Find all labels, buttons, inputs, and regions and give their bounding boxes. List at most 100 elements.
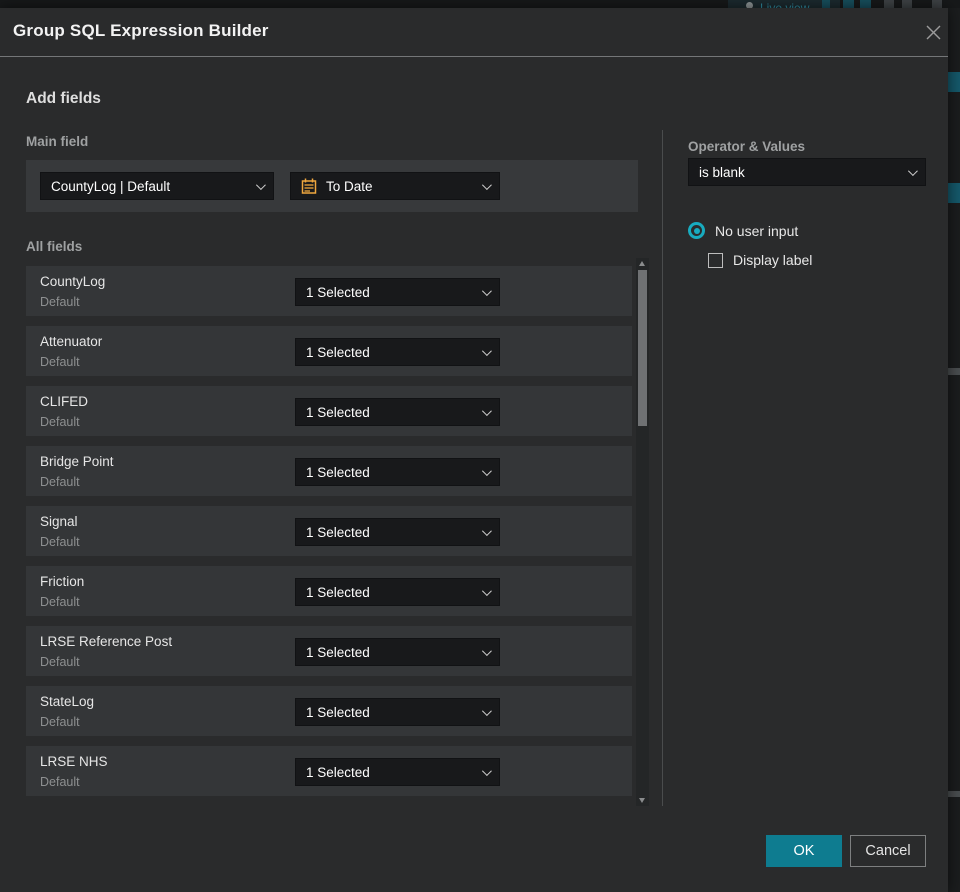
- field-subtitle: Default: [40, 355, 80, 369]
- cancel-button[interactable]: Cancel: [850, 835, 926, 867]
- toolbar-icon-fragment: [902, 0, 912, 8]
- field-subtitle: Default: [40, 415, 80, 429]
- live-view-label: Live view: [760, 1, 810, 8]
- field-type-select[interactable]: To Date: [290, 172, 500, 200]
- chevron-down-icon: [481, 645, 492, 656]
- field-subtitle: Default: [40, 775, 80, 789]
- toolbar-icon-fragment: [884, 0, 894, 8]
- field-name: Signal: [40, 514, 78, 529]
- row-selected-value: 1 Selected: [306, 464, 370, 480]
- field-subtitle: Default: [40, 475, 80, 489]
- panel-divider: [662, 130, 663, 806]
- field-row: StateLog Default 1 Selected: [26, 686, 632, 736]
- radio-selected-icon: [688, 222, 705, 239]
- chevron-down-icon: [481, 285, 492, 296]
- operator-select[interactable]: is blank: [688, 158, 926, 186]
- row-selected-dropdown[interactable]: 1 Selected: [295, 398, 500, 426]
- scrollbar-up-arrow-icon[interactable]: [639, 261, 645, 266]
- field-row: Friction Default 1 Selected: [26, 566, 632, 616]
- fields-scrollbar[interactable]: [636, 258, 649, 806]
- row-selected-dropdown[interactable]: 1 Selected: [295, 638, 500, 666]
- no-user-input-label: No user input: [715, 222, 799, 239]
- field-name: CLIFED: [40, 394, 89, 409]
- toolbar-icon-fragment: [932, 0, 942, 8]
- close-button[interactable]: [920, 18, 946, 46]
- field-subtitle: Default: [40, 295, 80, 309]
- field-subtitle: Default: [40, 595, 80, 609]
- field-name: Friction: [40, 574, 85, 589]
- chevron-down-icon: [481, 179, 492, 190]
- field-row: CLIFED Default 1 Selected: [26, 386, 632, 436]
- ok-button[interactable]: OK: [766, 835, 842, 867]
- background-panel-fragment: [948, 72, 960, 92]
- background-app-right-strip: [948, 8, 960, 892]
- chevron-down-icon: [481, 345, 492, 356]
- chevron-down-icon: [481, 585, 492, 596]
- main-field-label: Main field: [26, 134, 89, 149]
- chevron-down-icon: [907, 165, 918, 176]
- field-name: CountyLog: [40, 274, 106, 289]
- field-row: Attenuator Default 1 Selected: [26, 326, 632, 376]
- field-subtitle: Default: [40, 715, 80, 729]
- field-row: CountyLog Default 1 Selected: [26, 266, 632, 316]
- operator-values-label: Operator & Values: [688, 139, 806, 154]
- chevron-down-icon: [255, 179, 266, 190]
- field-row: Bridge Point Default 1 Selected: [26, 446, 632, 496]
- add-fields-heading: Add fields: [26, 90, 101, 107]
- row-selected-dropdown[interactable]: 1 Selected: [295, 758, 500, 786]
- screen: Live view Group SQL Expression Builder A…: [0, 0, 960, 892]
- toolbar-icon-fragment: [860, 0, 871, 8]
- field-name: Bridge Point: [40, 454, 114, 469]
- field-name: StateLog: [40, 694, 95, 709]
- field-type-select-value: To Date: [326, 178, 373, 194]
- main-field-container: CountyLog | Default To Date: [26, 160, 638, 212]
- no-user-input-radio[interactable]: No user input: [688, 222, 798, 239]
- row-selected-dropdown[interactable]: 1 Selected: [295, 278, 500, 306]
- scrollbar-thumb[interactable]: [638, 270, 647, 426]
- row-selected-value: 1 Selected: [306, 704, 370, 720]
- field-subtitle: Default: [40, 535, 80, 549]
- row-selected-value: 1 Selected: [306, 404, 370, 420]
- chevron-down-icon: [481, 525, 492, 536]
- group-sql-expression-builder-dialog: Group SQL Expression Builder Add fields …: [0, 8, 948, 892]
- main-field-select[interactable]: CountyLog | Default: [40, 172, 274, 200]
- row-selected-value: 1 Selected: [306, 284, 370, 300]
- dialog-titlebar: Group SQL Expression Builder: [0, 8, 948, 57]
- toolbar-icon-fragment: [843, 0, 854, 8]
- main-field-select-value: CountyLog | Default: [51, 178, 171, 194]
- display-label-label: Display label: [733, 252, 813, 268]
- row-selected-value: 1 Selected: [306, 764, 370, 780]
- background-app-top-strip: Live view: [0, 0, 960, 8]
- chevron-down-icon: [481, 405, 492, 416]
- row-selected-dropdown[interactable]: 1 Selected: [295, 458, 500, 486]
- field-row: Signal Default 1 Selected: [26, 506, 632, 556]
- all-fields-list: CountyLog Default 1 Selected Attenuator …: [26, 266, 632, 806]
- row-selected-value: 1 Selected: [306, 584, 370, 600]
- calendar-icon: [301, 178, 317, 194]
- field-row: LRSE NHS Default 1 Selected: [26, 746, 632, 796]
- row-selected-value: 1 Selected: [306, 644, 370, 660]
- close-icon: [926, 25, 940, 39]
- dialog-title: Group SQL Expression Builder: [13, 21, 269, 40]
- operator-select-value: is blank: [699, 164, 745, 180]
- background-panel-fragment: [948, 183, 960, 203]
- field-name: Attenuator: [40, 334, 103, 349]
- chevron-down-icon: [481, 765, 492, 776]
- chevron-down-icon: [481, 705, 492, 716]
- field-name: LRSE NHS: [40, 754, 108, 769]
- background-panel-fragment: [948, 791, 960, 797]
- row-selected-dropdown[interactable]: 1 Selected: [295, 698, 500, 726]
- row-selected-value: 1 Selected: [306, 344, 370, 360]
- scrollbar-down-arrow-icon[interactable]: [639, 798, 645, 803]
- field-row: LRSE Reference Post Default 1 Selected: [26, 626, 632, 676]
- row-selected-dropdown[interactable]: 1 Selected: [295, 518, 500, 546]
- display-label-checkbox[interactable]: Display label: [708, 252, 812, 268]
- row-selected-dropdown[interactable]: 1 Selected: [295, 338, 500, 366]
- chevron-down-icon: [481, 465, 492, 476]
- all-fields-label: All fields: [26, 239, 83, 254]
- field-subtitle: Default: [40, 655, 80, 669]
- row-selected-dropdown[interactable]: 1 Selected: [295, 578, 500, 606]
- background-panel-fragment: [948, 368, 960, 375]
- field-name: LRSE Reference Post: [40, 634, 173, 649]
- checkbox-unchecked-icon: [708, 252, 723, 268]
